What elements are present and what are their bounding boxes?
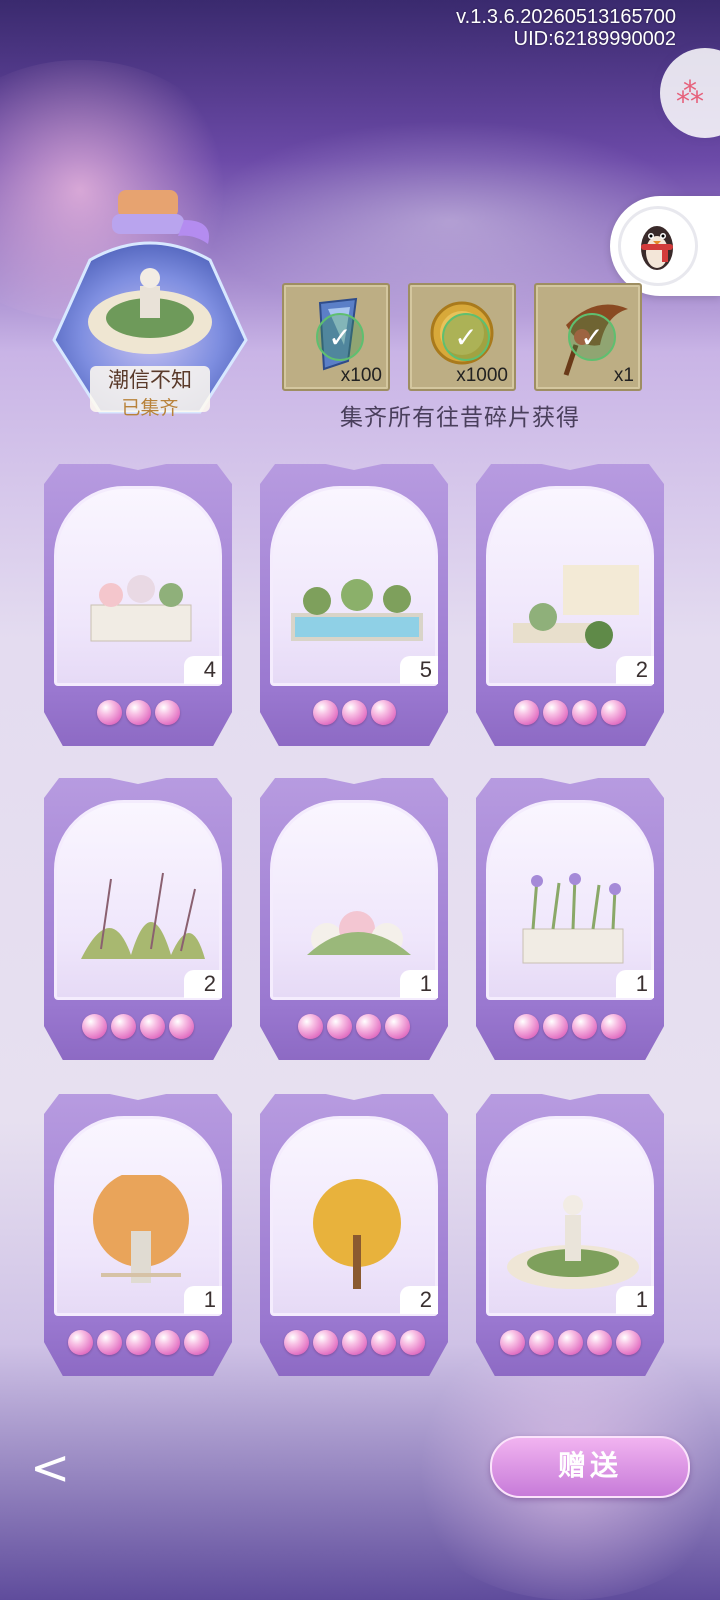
card-count: 4 [184, 656, 222, 684]
reward-qty: x1000 [456, 365, 508, 386]
reward-caption: 集齐所有往昔碎片获得 [340, 405, 580, 431]
pearl-icon [283, 1330, 309, 1355]
pearl-icon [96, 700, 122, 725]
pearl-icon [154, 700, 180, 725]
iris-planter-art [522, 873, 624, 964]
pearl-icon [499, 1330, 525, 1355]
pearl-icon [312, 1330, 338, 1355]
fragment-card[interactable]: 4 [44, 456, 232, 746]
collection-bottle[interactable]: 潮信不知 已集齐 [50, 190, 250, 430]
card-count: 2 [400, 1286, 438, 1314]
card-count: 2 [616, 656, 654, 684]
version-info: v.1.3.6.20260513165700 UID:62189990002 [456, 6, 676, 50]
autumn-banyan-art [93, 1175, 189, 1283]
card-count: 1 [400, 970, 438, 998]
reward-item[interactable]: ✓ x1 [534, 283, 642, 391]
pearl-icon [169, 1014, 194, 1039]
card-count: 1 [184, 1286, 222, 1314]
pearl-icon [586, 1330, 612, 1355]
pearl-icon [154, 1330, 180, 1355]
wild-grass-art [81, 872, 205, 959]
rarity-pearls [476, 700, 664, 725]
pearl-icon [96, 1330, 122, 1355]
card-count: 1 [616, 970, 654, 998]
pearl-icon [399, 1330, 425, 1355]
rarity-pearls [476, 1014, 664, 1039]
pearl-icon [615, 1330, 641, 1355]
pearl-icon [572, 1014, 597, 1039]
pearl-icon [514, 700, 539, 725]
reward-qty: x100 [340, 365, 382, 386]
fragment-card[interactable]: 5 [260, 456, 448, 746]
pearl-icon [543, 700, 568, 725]
pearl-icon [341, 1330, 367, 1355]
chevron-left-icon: < [30, 1440, 71, 1496]
yellow-maple-art [313, 1179, 401, 1289]
pearl-icon [557, 1330, 583, 1355]
pearl-icon [528, 1330, 554, 1355]
pearl-icon [183, 1330, 209, 1355]
back-button[interactable]: < [30, 1440, 86, 1496]
fragment-card[interactable]: 1 [476, 1086, 664, 1376]
gift-button[interactable]: 赠送 [490, 1436, 690, 1498]
pearl-icon [298, 1014, 323, 1039]
claimed-check-icon: ✓ [316, 313, 364, 361]
rarity-pearls [476, 1330, 664, 1355]
pearl-icon [327, 1014, 352, 1039]
pearl-icon [601, 700, 626, 725]
pearl-icon [111, 1014, 136, 1039]
fragment-card[interactable]: 2 [44, 770, 232, 1060]
pearl-icon [514, 1014, 539, 1039]
collection-status-badge: 已集齐 [121, 397, 179, 419]
pearl-icon [370, 700, 396, 725]
rarity-pearls [44, 1330, 232, 1355]
version-label: v.1.3.6.20260513165700 [456, 6, 676, 28]
claimed-check-icon: ✓ [442, 313, 490, 361]
card-count: 2 [184, 970, 222, 998]
fragment-card[interactable]: 1 [260, 770, 448, 1060]
reward-item[interactable]: ✓ x100 [282, 283, 390, 391]
pearl-icon [312, 700, 338, 725]
pearl-icon [125, 1330, 151, 1355]
pearl-icon [125, 700, 151, 725]
card-count: 1 [616, 1286, 654, 1314]
pearl-icon [82, 1014, 107, 1039]
pearl-icon [67, 1330, 93, 1355]
rarity-pearls [260, 1330, 448, 1355]
companion-avatar-button[interactable] [610, 196, 720, 296]
rarity-pearls [44, 700, 232, 725]
fragment-card[interactable]: 1 [44, 1086, 232, 1376]
colorful-dots-icon: ⁂ [676, 76, 704, 109]
floating-menu-button[interactable]: ⁂ [660, 48, 720, 138]
pearl-icon [572, 700, 597, 725]
fragment-card[interactable]: 1 [476, 770, 664, 1060]
claimed-check-icon: ✓ [568, 313, 616, 361]
pearl-icon [370, 1330, 396, 1355]
pearl-icon [341, 700, 367, 725]
pearl-icon [140, 1014, 165, 1039]
fragment-card[interactable]: 2 [260, 1086, 448, 1376]
reward-qty: x1 [613, 365, 634, 386]
uid-label: UID:62189990002 [513, 28, 676, 50]
garden-wall-art [513, 565, 639, 649]
pearl-icon [543, 1014, 568, 1039]
reward-item[interactable]: ✓ x1000 [408, 283, 516, 391]
pearl-icon [601, 1014, 626, 1039]
penguin-icon [641, 226, 673, 270]
card-count: 5 [400, 656, 438, 684]
fountain-pool-art [291, 579, 423, 641]
collection-name: 潮信不知 [108, 368, 192, 392]
flower-planter-art [90, 575, 192, 642]
flower-bush-art [307, 911, 411, 955]
rarity-pearls [260, 700, 448, 725]
statue-garden-art [507, 1195, 639, 1289]
rarity-pearls [44, 1014, 232, 1039]
pearl-icon [356, 1014, 381, 1039]
fragment-card[interactable]: 2 [476, 456, 664, 746]
pearl-icon [385, 1014, 410, 1039]
rarity-pearls [260, 1014, 448, 1039]
